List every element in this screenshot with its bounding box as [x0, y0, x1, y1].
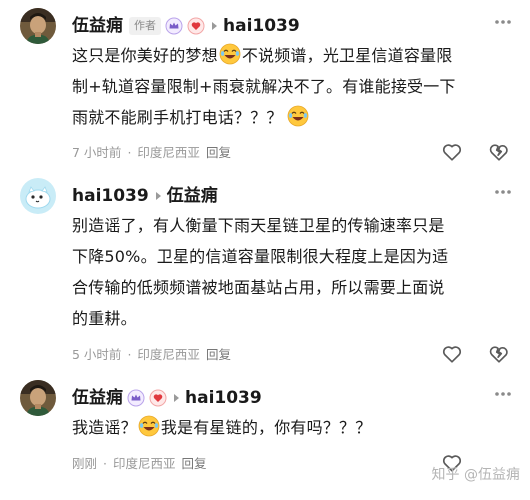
reply-to-name[interactable]: hai1039 [185, 387, 262, 409]
text-line: 制+轨道容量限制+雨衰就解决不了。有谁能接受一下 [72, 77, 456, 96]
author-name[interactable]: 伍益痈 [72, 387, 123, 409]
reply-to-name[interactable]: 伍益痈 [167, 185, 218, 207]
comment-thread: 伍益痈 作者 hai1039 这只是你美好的梦想 不说频谱，光卫星信道容量限 制+… [0, 0, 530, 500]
reply-arrow-icon [155, 192, 161, 200]
timestamp: 5 小时前 [72, 347, 122, 362]
author-name[interactable]: hai1039 [72, 185, 149, 207]
location: 印度尼西亚 [113, 456, 176, 471]
author-name[interactable]: 伍益痈 [72, 15, 123, 37]
reply-button[interactable]: 回复 [182, 456, 207, 471]
laughing-emoji-icon [219, 43, 241, 65]
timestamp: 7 小时前 [72, 145, 122, 160]
text-line: 下降50%。卫星的信道容量限制很大程度上是因为适 [72, 247, 449, 266]
text-line: 合传输的低频频谱被地面基站占用，所以需要上面说 [72, 278, 445, 297]
reply-button[interactable]: 回复 [206, 145, 231, 160]
like-icon[interactable] [441, 141, 463, 163]
more-icon[interactable] [492, 184, 514, 200]
more-icon[interactable] [492, 386, 514, 402]
comment-text: 我造谣？ 我是有星链的，你有吗？？？ [72, 412, 508, 443]
comment-meta: 刚刚 · 印度尼西亚 回复 [72, 456, 207, 471]
avatar[interactable] [20, 380, 56, 416]
comment-meta: 7 小时前 · 印度尼西亚 回复 [72, 145, 231, 160]
text-line: 雨就不能刷手机打电话？？？ [72, 108, 283, 127]
more-icon[interactable] [492, 14, 514, 30]
reply-arrow-icon [174, 394, 179, 402]
crown-badge [127, 389, 145, 407]
laughing-emoji-icon [138, 415, 160, 437]
like-icon[interactable] [441, 343, 463, 365]
avatar[interactable] [20, 178, 56, 214]
heart-badge [149, 389, 167, 407]
comment-text: 别造谣了，有人衡量下雨天星链卫星的传输速率只是 下降50%。卫星的信道容量限制很… [72, 210, 508, 334]
comment-header: 伍益痈 作者 hai1039 [72, 14, 486, 38]
dislike-icon[interactable] [488, 343, 510, 365]
author-tag: 作者 [129, 17, 161, 35]
reply-to-name[interactable]: hai1039 [223, 15, 300, 37]
text-line: 我造谣？ [72, 418, 137, 437]
text-line: 别造谣了，有人衡量下雨天星链卫星的传输速率只是 [72, 216, 445, 235]
watermark: 知乎 @伍益痈 [431, 467, 520, 483]
reply-arrow-icon [212, 22, 217, 30]
timestamp: 刚刚 [72, 456, 98, 471]
comment-header: 伍益痈 hai1039 [72, 386, 486, 410]
comment-item: hai1039 伍益痈 别造谣了，有人衡量下雨天星链卫星的传输速率只是 下降50… [0, 178, 530, 368]
avatar[interactable] [20, 8, 56, 44]
comment-meta: 5 小时前 · 印度尼西亚 回复 [72, 347, 231, 362]
comment-item: 伍益痈 作者 hai1039 这只是你美好的梦想 不说频谱，光卫星信道容量限 制+… [0, 8, 530, 174]
text-line: 我是有星链的，你有吗？？？ [160, 418, 372, 437]
laughing-emoji-icon [287, 105, 309, 127]
heart-badge [187, 17, 205, 35]
comment-header: hai1039 伍益痈 [72, 184, 486, 208]
dislike-icon[interactable] [488, 141, 510, 163]
crown-badge [165, 17, 183, 35]
text-line: 不说频谱，光卫星信道容量限 [241, 46, 453, 65]
text-line: 的重耕。 [72, 309, 137, 328]
text-line: 这只是你美好的梦想 [72, 46, 218, 65]
comment-text: 这只是你美好的梦想 不说频谱，光卫星信道容量限 制+轨道容量限制+雨衰就解决不了。… [72, 40, 508, 133]
reply-button[interactable]: 回复 [206, 347, 231, 362]
location: 印度尼西亚 [137, 145, 200, 160]
location: 印度尼西亚 [137, 347, 200, 362]
